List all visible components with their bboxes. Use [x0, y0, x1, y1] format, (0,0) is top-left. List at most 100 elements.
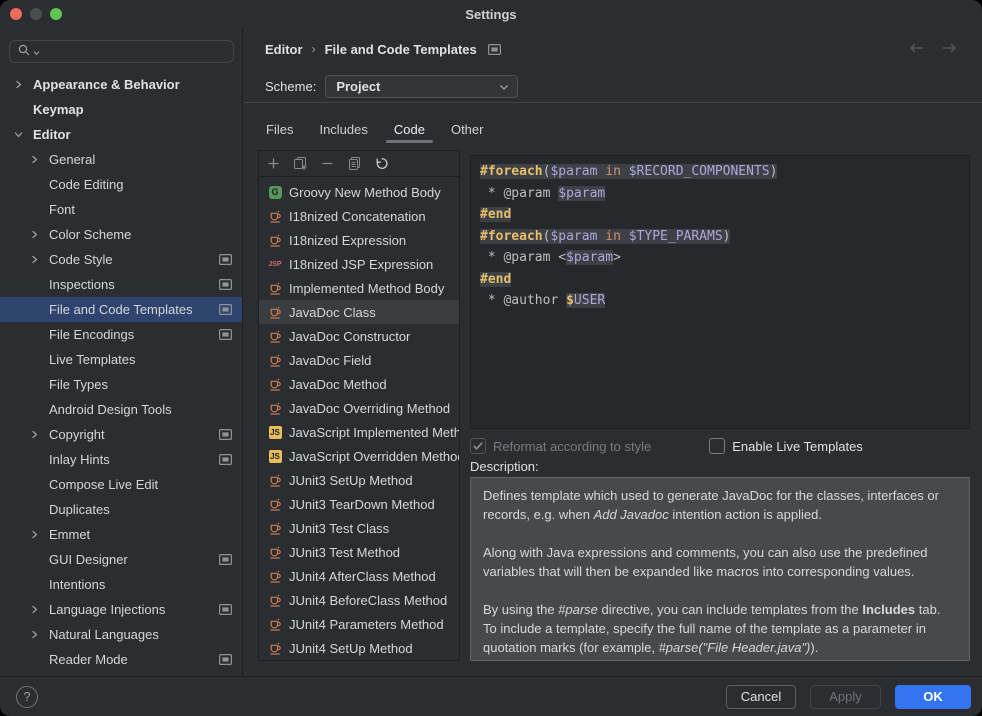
- ok-button[interactable]: OK: [895, 685, 971, 709]
- code-line: * @param $param: [480, 183, 969, 205]
- enable-live-templates-checkbox[interactable]: [709, 438, 725, 454]
- sidebar-item-duplicates[interactable]: Duplicates: [0, 497, 242, 522]
- template-item-junit4-setup-method[interactable]: JUnit4 SetUp Method: [259, 636, 459, 660]
- template-item-i18nized-concatenation[interactable]: I18nized Concatenation: [259, 204, 459, 228]
- sidebar-item-language-injections[interactable]: Language Injections: [0, 597, 242, 622]
- settings-window: Settings Appearance & BehaviorKeymapEdit…: [0, 0, 982, 716]
- help-button[interactable]: ?: [16, 686, 38, 708]
- sidebar-item-inlay-hints[interactable]: Inlay Hints: [0, 447, 242, 472]
- template-item-junit4-afterclass-method[interactable]: JUnit4 AfterClass Method: [259, 564, 459, 588]
- sidebar-item-label: Intentions: [49, 577, 105, 592]
- sidebar-item-file-and-code-templates[interactable]: File and Code Templates: [0, 297, 242, 322]
- sidebar-item-editor[interactable]: Editor: [0, 122, 242, 147]
- sidebar-item-file-types[interactable]: File Types: [0, 372, 242, 397]
- sidebar-item-label: Font: [49, 202, 75, 217]
- chevron-right-icon[interactable]: [30, 155, 49, 164]
- chevron-right-icon[interactable]: [30, 255, 49, 264]
- zoom-window-button[interactable]: [50, 8, 62, 20]
- search-input[interactable]: [9, 40, 234, 63]
- sidebar-item-copyright[interactable]: Copyright: [0, 422, 242, 447]
- template-item-javadoc-class[interactable]: JavaDoc Class: [259, 300, 459, 324]
- chevron-right-icon[interactable]: [30, 430, 49, 439]
- template-item-junit4-parameters-method[interactable]: JUnit4 Parameters Method: [259, 612, 459, 636]
- tab-code[interactable]: Code: [394, 122, 425, 137]
- breadcrumb-separator: ›: [312, 42, 316, 56]
- sidebar-item-inspections[interactable]: Inspections: [0, 272, 242, 297]
- search-icon: [17, 43, 31, 60]
- sidebar-item-intentions[interactable]: Intentions: [0, 572, 242, 597]
- sidebar-item-gui-designer[interactable]: GUI Designer: [0, 547, 242, 572]
- sidebar-item-live-templates[interactable]: Live Templates: [0, 347, 242, 372]
- java-file-icon: [267, 545, 283, 560]
- remove-icon[interactable]: [319, 156, 335, 172]
- sidebar-item-label: Duplicates: [49, 502, 110, 517]
- template-item-junit4-beforeclass-method[interactable]: JUnit4 BeforeClass Method: [259, 588, 459, 612]
- window-title: Settings: [465, 7, 516, 22]
- groovy-file-icon: G: [267, 186, 283, 199]
- template-item-junit3-test-class[interactable]: JUnit3 Test Class: [259, 516, 459, 540]
- template-item-junit3-test-method[interactable]: JUnit3 Test Method: [259, 540, 459, 564]
- scheme-value: Project: [336, 79, 499, 94]
- template-item-implemented-method-body[interactable]: Implemented Method Body: [259, 276, 459, 300]
- template-item-junit3-teardown-method[interactable]: JUnit3 TearDown Method: [259, 492, 459, 516]
- java-file-icon: [267, 209, 283, 224]
- sidebar-item-file-encodings[interactable]: File Encodings: [0, 322, 242, 347]
- sidebar-item-natural-languages[interactable]: Natural Languages: [0, 622, 242, 647]
- template-item-label: JavaDoc Class: [289, 305, 376, 320]
- description-box[interactable]: Defines template which used to generate …: [470, 477, 970, 661]
- java-file-icon: [267, 329, 283, 344]
- duplicate-icon[interactable]: [292, 156, 308, 172]
- sidebar-item-general[interactable]: General: [0, 147, 242, 172]
- template-code-editor[interactable]: #foreach($param in $RECORD_COMPONENTS) *…: [470, 155, 970, 429]
- sidebar-item-android-design-tools[interactable]: Android Design Tools: [0, 397, 242, 422]
- template-item-javadoc-method[interactable]: JavaDoc Method: [259, 372, 459, 396]
- scheme-label: Scheme:: [265, 79, 316, 94]
- template-item-javascript-implemented-method-body[interactable]: JSJavaScript Implemented Method Body: [259, 420, 459, 444]
- chevron-right-icon[interactable]: [30, 530, 49, 539]
- chevron-right-icon[interactable]: [30, 630, 49, 639]
- scheme-select[interactable]: Project: [325, 75, 518, 98]
- chevron-down-icon[interactable]: [14, 130, 33, 139]
- close-window-button[interactable]: [10, 8, 22, 20]
- chevron-right-icon[interactable]: [30, 605, 49, 614]
- revert-icon[interactable]: [373, 156, 389, 172]
- sidebar-item-font[interactable]: Font: [0, 197, 242, 222]
- code-line: #end: [480, 269, 969, 291]
- tab-files[interactable]: Files: [266, 122, 293, 137]
- java-file-icon: [267, 401, 283, 416]
- template-item-javadoc-constructor[interactable]: JavaDoc Constructor: [259, 324, 459, 348]
- java-file-icon: [267, 233, 283, 248]
- template-item-i18nized-expression[interactable]: I18nized Expression: [259, 228, 459, 252]
- sidebar-item-label: General: [49, 152, 95, 167]
- template-item-javadoc-overriding-method[interactable]: JavaDoc Overriding Method: [259, 396, 459, 420]
- sidebar-item-label: Language Injections: [49, 602, 165, 617]
- template-item-junit3-setup-method[interactable]: JUnit3 SetUp Method: [259, 468, 459, 492]
- sidebar-item-emmet[interactable]: Emmet: [0, 522, 242, 547]
- template-item-label: JavaScript Overridden Method Body: [289, 449, 459, 464]
- sidebar-item-compose-live-edit[interactable]: Compose Live Edit: [0, 472, 242, 497]
- sidebar-item-code-editing[interactable]: Code Editing: [0, 172, 242, 197]
- template-item-groovy-new-method-body[interactable]: GGroovy New Method Body: [259, 180, 459, 204]
- template-item-javascript-overridden-method-body[interactable]: JSJavaScript Overridden Method Body: [259, 444, 459, 468]
- add-icon[interactable]: [265, 156, 281, 172]
- code-line: #foreach($param in $TYPE_PARAMS): [480, 226, 969, 248]
- java-file-icon: [267, 521, 283, 536]
- breadcrumb-editor[interactable]: Editor: [265, 42, 303, 57]
- copy-icon[interactable]: [346, 156, 362, 172]
- template-item-label: JUnit3 Test Method: [289, 545, 400, 560]
- tab-includes[interactable]: Includes: [319, 122, 367, 137]
- sidebar-item-color-scheme[interactable]: Color Scheme: [0, 222, 242, 247]
- template-item-i18nized-jsp-expression[interactable]: JSPI18nized JSP Expression: [259, 252, 459, 276]
- sidebar-item-appearance-behavior[interactable]: Appearance & Behavior: [0, 72, 242, 97]
- cancel-button[interactable]: Cancel: [726, 685, 796, 709]
- sidebar-item-label: Copyright: [49, 427, 105, 442]
- chevron-right-icon[interactable]: [14, 80, 33, 89]
- tab-other[interactable]: Other: [451, 122, 484, 137]
- sidebar-item-code-style[interactable]: Code Style: [0, 247, 242, 272]
- template-item-javadoc-field[interactable]: JavaDoc Field: [259, 348, 459, 372]
- chevron-right-icon[interactable]: [30, 230, 49, 239]
- sidebar-item-reader-mode[interactable]: Reader Mode: [0, 647, 242, 672]
- sidebar-item-keymap[interactable]: Keymap: [0, 97, 242, 122]
- template-item-label: JavaScript Implemented Method Body: [289, 425, 459, 440]
- per-project-setting-icon: [219, 254, 232, 265]
